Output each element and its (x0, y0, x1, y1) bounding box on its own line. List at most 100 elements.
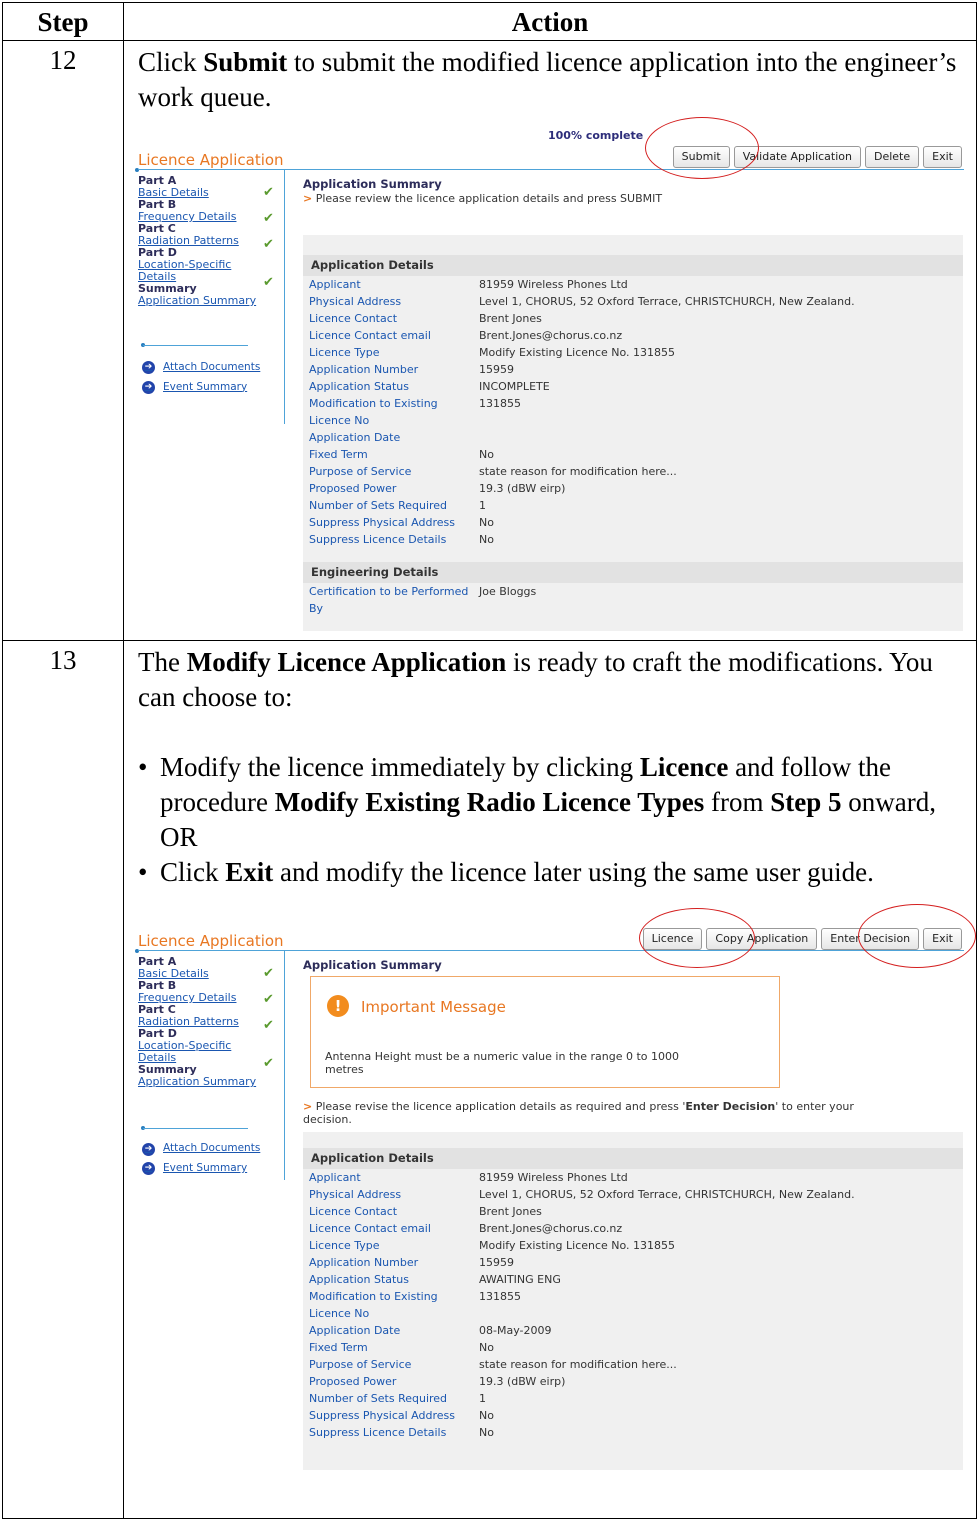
sidebar-link-application-summary[interactable]: Application Summary (138, 294, 278, 307)
details-list: Applicant 81959 Wireless Phones Ltd Physic… (303, 276, 963, 548)
highlight-circle (639, 908, 755, 969)
detail-key: Applicant (309, 1171, 361, 1185)
detail-value: state reason for modification here... (479, 1358, 677, 1372)
app-screenshot-licence: Licence Application Licence Copy Applica… (135, 904, 976, 1471)
attach-documents-label: Attach Documents (163, 1142, 261, 1155)
check-icon: ✔ (263, 1056, 274, 1072)
detail-row: Applicant 81959 Wireless Phones Ltd (303, 1169, 963, 1186)
important-message-box: ! Important Message Antenna Height must … (310, 976, 780, 1089)
delete-button[interactable]: Delete (865, 145, 920, 168)
sidebar: Part A Basic Details Part B Frequency De… (138, 956, 278, 1088)
detail-key: Purpose of Service (309, 1358, 412, 1372)
detail-row: Physical Address Level 1, CHORUS, 52 Oxfo… (303, 293, 963, 310)
detail-row: Application Number 15959 (303, 1254, 963, 1271)
action-column-header: Action (123, 2, 977, 41)
detail-key: Suppress Physical Address (309, 515, 455, 529)
sidebar-link-location-specific[interactable]: Location-Specific Details (138, 258, 238, 283)
title-underline (138, 950, 964, 952)
detail-row: Application Date (303, 429, 963, 446)
exit-button[interactable]: Exit (923, 145, 962, 168)
arrow-right-icon: ➔ (142, 380, 155, 394)
sidebar-link-application-summary[interactable]: Application Summary (138, 1076, 278, 1088)
option-bold: Modify Existing Radio Licence Types (274, 786, 705, 817)
sidebar-nav: ➔ Attach Documents ➔ Event Summary (142, 1142, 260, 1176)
summary-heading: Application Summary > Please review the … (303, 177, 662, 206)
option-item: Modify the licence immediately by clicki… (138, 750, 968, 855)
option-text: from (704, 786, 771, 817)
detail-value: AWAITING ENG (479, 1273, 561, 1287)
attach-documents-label: Attach Documents (163, 360, 261, 373)
detail-value: 15959 (479, 1256, 514, 1270)
detail-key: Suppress Licence Details (309, 532, 447, 546)
attach-documents-link[interactable]: ➔ Attach Documents (142, 361, 260, 375)
option-item: Click Exit and modify the licence later … (138, 855, 968, 890)
engineering-section-title: Engineering Details (303, 561, 963, 583)
step-number: 13 (2, 639, 124, 1519)
detail-value: 1 (479, 1392, 486, 1406)
detail-row: Application Status AWAITING ENG (303, 1271, 963, 1288)
detail-value: Brent Jones (479, 311, 542, 325)
detail-value: 131855 (479, 1290, 521, 1304)
detail-value: Level 1, CHORUS, 52 Oxford Terrace, CHRI… (479, 294, 855, 308)
page-title: Licence Application (138, 932, 284, 951)
detail-key: Application Date (309, 1324, 401, 1338)
detail-row: Licence Contact email Brent.Jones@chorus.… (303, 1220, 963, 1237)
check-icon: ✔ (263, 992, 274, 1008)
detail-key: Licence Type (309, 345, 380, 359)
event-summary-link[interactable]: ➔ Event Summary (142, 1162, 260, 1176)
check-icon: ✔ (263, 274, 274, 290)
step-13-intro: The Modify Licence Application is ready … (138, 645, 968, 715)
application-details-panel: Application Details Applicant 81959 Wirel… (303, 234, 963, 631)
page-title: Licence Application (138, 150, 284, 169)
message-title: Important Message (361, 998, 506, 1017)
detail-row: Application Number 15959 (303, 361, 963, 378)
detail-value: No (479, 1409, 494, 1423)
detail-row: Physical Address Level 1, CHORUS, 52 Oxfo… (303, 1186, 963, 1203)
detail-key: Application Status (309, 1273, 410, 1287)
detail-key: Licence Contact email (309, 1222, 431, 1236)
separator-line (143, 1128, 248, 1130)
detail-row: Modification to Existing Licence No 13185… (303, 1288, 963, 1322)
detail-key: Physical Address (309, 294, 402, 308)
detail-row: Fixed Term No (303, 1339, 963, 1356)
detail-row: Licence Type Modify Existing Licence No. … (303, 344, 963, 361)
detail-value: No (479, 447, 494, 461)
check-icon: ✔ (263, 236, 274, 252)
step-number: 12 (2, 39, 124, 641)
detail-key: Number of Sets Required (309, 1392, 448, 1406)
detail-row: Application Status INCOMPLETE (303, 378, 963, 395)
detail-key: Number of Sets Required (309, 498, 448, 512)
detail-value: No (479, 515, 494, 529)
detail-key: Proposed Power (309, 481, 397, 495)
detail-value: No (479, 1426, 494, 1440)
check-icon: ✔ (263, 210, 274, 226)
summary-title: Application Summary (303, 958, 442, 973)
detail-key: Licence Type (309, 1239, 380, 1253)
event-summary-link[interactable]: ➔ Event Summary (142, 381, 260, 395)
detail-value: 15959 (479, 362, 514, 376)
detail-value: 81959 Wireless Phones Ltd (479, 1171, 628, 1185)
option-text: Click (160, 857, 226, 888)
detail-row: Suppress Licence Details No (303, 1424, 963, 1441)
application-details-panel: Application Details Applicant 81959 Wirel… (303, 1132, 963, 1471)
detail-value: 131855 (479, 396, 521, 410)
sidebar-link-location-specific[interactable]: Location-Specific Details (138, 1040, 238, 1064)
detail-row: Number of Sets Required 1 (303, 497, 963, 514)
detail-key: Application Date (309, 430, 401, 444)
highlight-circle (858, 904, 976, 969)
detail-value: state reason for modification here... (479, 464, 677, 478)
summary-title: Application Summary (303, 176, 442, 191)
detail-key: Certification to be Performed By (309, 584, 469, 615)
detail-row: Fixed Term No (303, 446, 963, 463)
detail-row: Licence Type Modify Existing Licence No. … (303, 1237, 963, 1254)
sidebar: Part A Basic Details Part B Frequency De… (138, 174, 278, 307)
procedure-table: Step Action 12 Click Submit to submit th… (2, 2, 977, 1519)
summary-instruction-text: Please review the licence application de… (315, 191, 663, 205)
detail-value: Joe Bloggs (479, 584, 537, 598)
attach-documents-link[interactable]: ➔ Attach Documents (142, 1142, 260, 1156)
highlight-circle (645, 116, 759, 179)
detail-value: 08-May-2009 (479, 1324, 552, 1338)
sidebar-divider (284, 950, 285, 1181)
check-icon: ✔ (263, 966, 274, 982)
